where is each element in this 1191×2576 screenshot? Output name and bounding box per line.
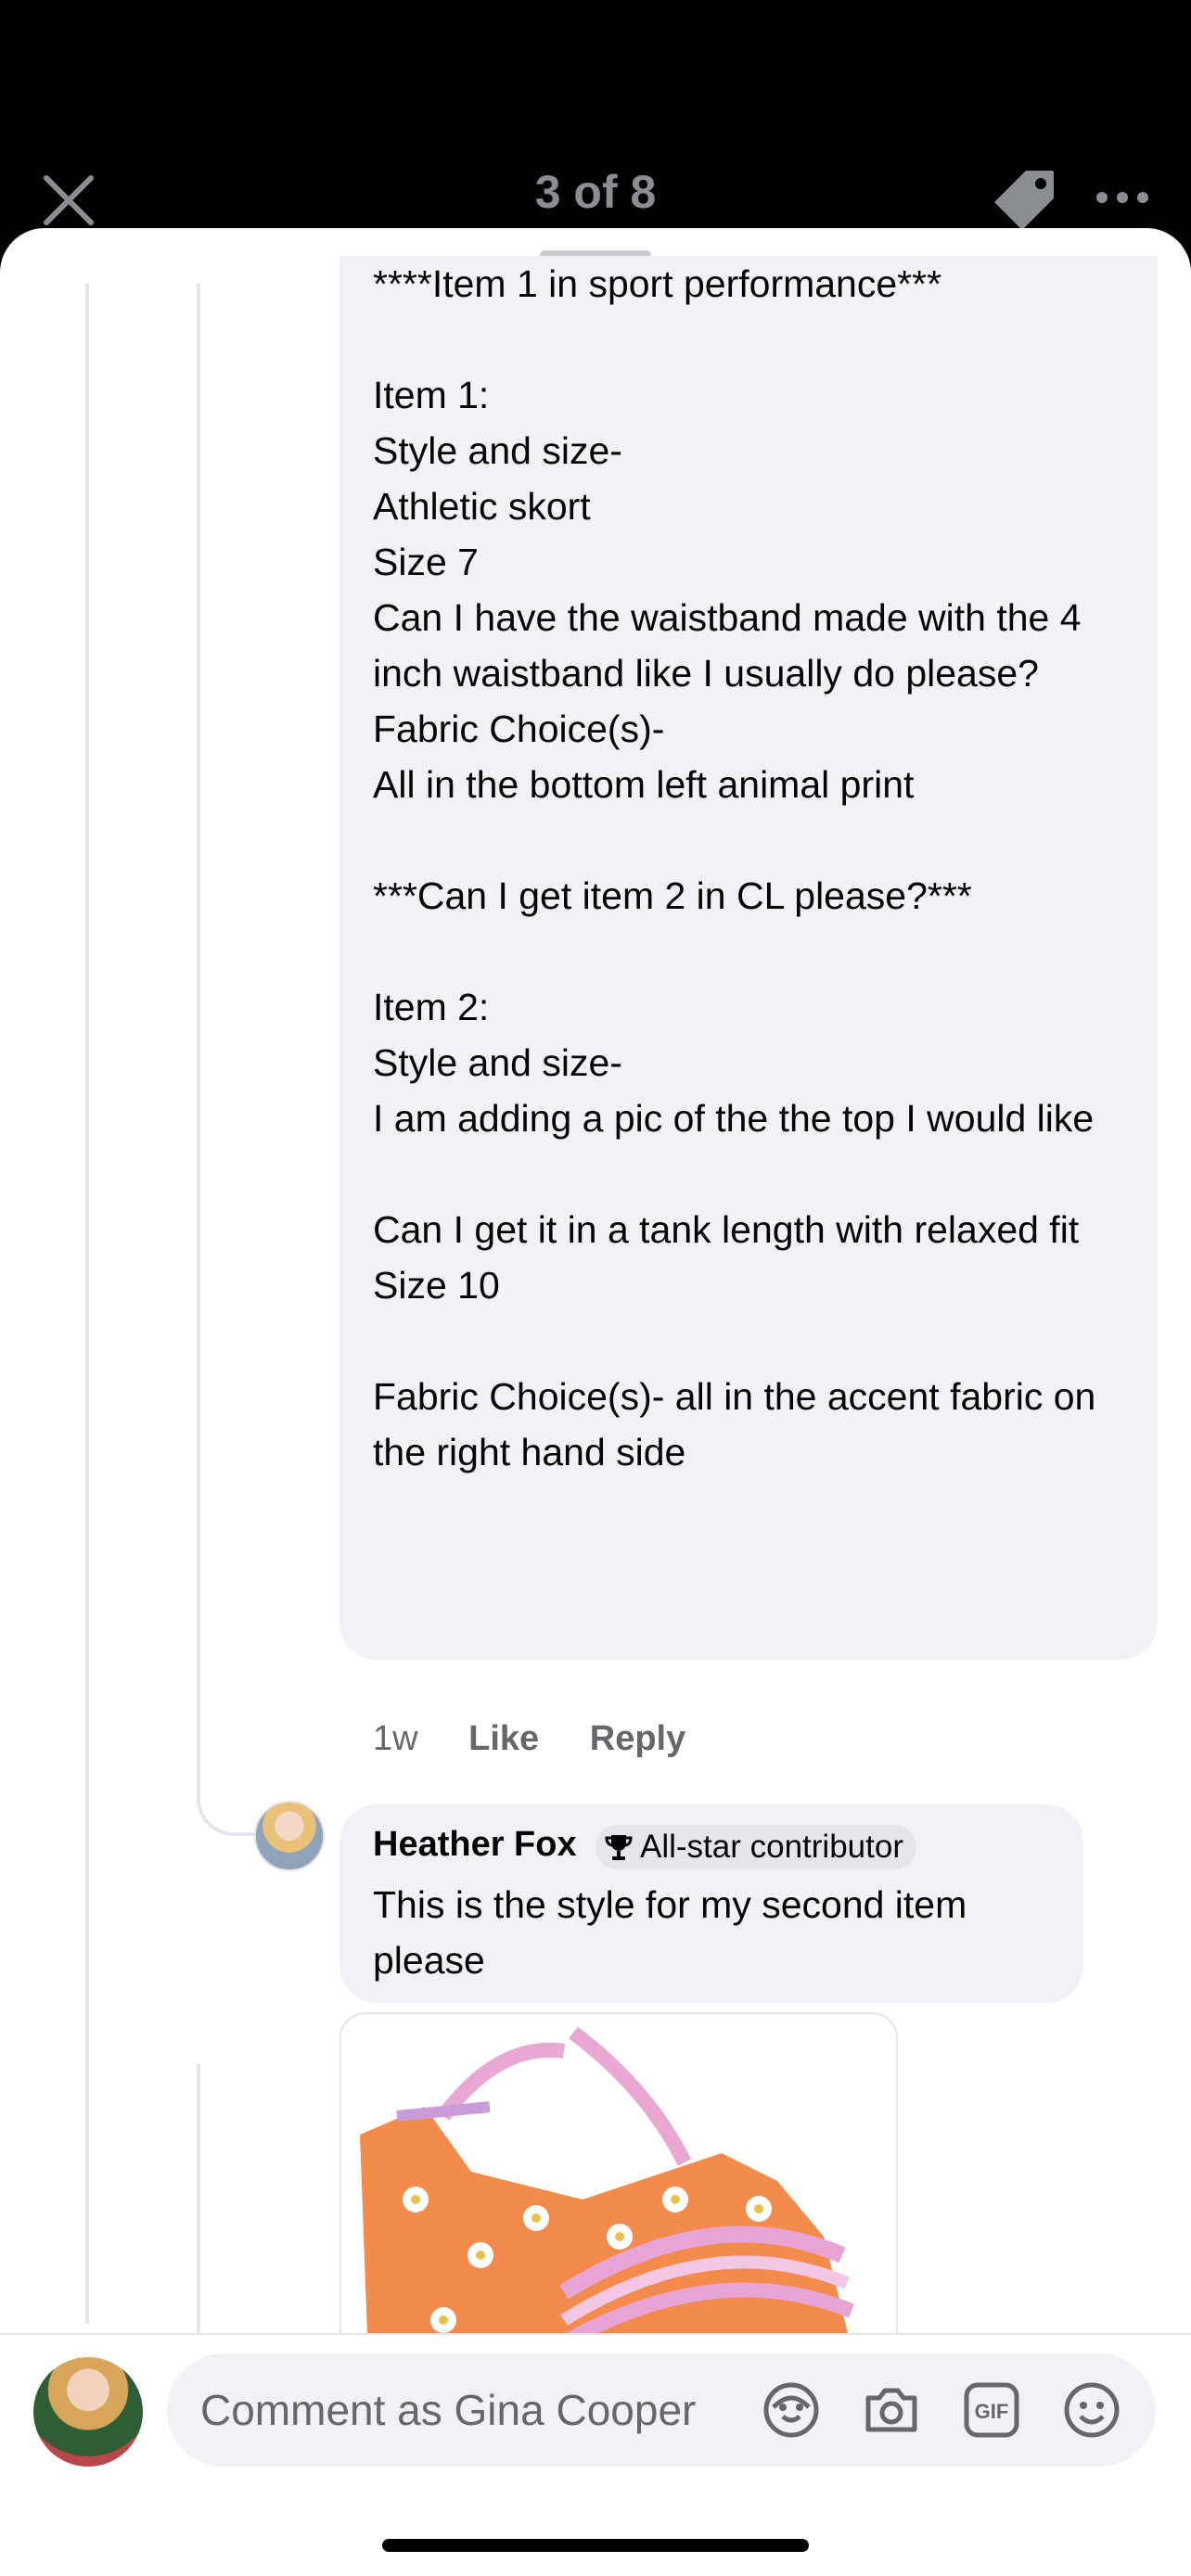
tank-top-photo	[341, 2014, 896, 2385]
avatar-sticker-icon[interactable]	[761, 2379, 822, 2441]
contributor-badge[interactable]: All-star contributor	[596, 1825, 916, 1869]
more-icon[interactable]	[1095, 184, 1150, 211]
reply-button[interactable]: Reply	[590, 1719, 685, 1758]
home-indicator[interactable]	[382, 2539, 809, 2552]
like-button[interactable]: Like	[468, 1719, 539, 1758]
avatar	[33, 2357, 143, 2467]
tag-icon[interactable]	[989, 165, 1059, 236]
reply-connector	[197, 1777, 256, 1836]
attached-photo[interactable]	[339, 2012, 898, 2387]
thread-line	[85, 284, 89, 2324]
comment-placeholder: Comment as Gina Cooper	[200, 2386, 697, 2434]
comments-sheet: ****Item 1 in sport performance*** Item …	[0, 228, 1191, 2576]
camera-icon[interactable]	[861, 2379, 922, 2441]
reply-bubble[interactable]: Heather Fox All-star contributor This is…	[339, 1804, 1083, 2003]
reply-text: This is the style for my second item ple…	[373, 1883, 967, 1982]
emoji-icon[interactable]	[1061, 2379, 1122, 2441]
badge-label: All-star contributor	[640, 1829, 903, 1865]
comment-actions: 1w Like Reply	[373, 1719, 726, 1759]
avatar[interactable]	[254, 1801, 325, 1871]
comment-bubble[interactable]: ****Item 1 in sport performance*** Item …	[339, 256, 1158, 1660]
reply-thread-line	[197, 284, 200, 1804]
svg-text:GIF: GIF	[975, 2400, 1009, 2423]
comment-text: ****Item 1 in sport performance*** Item …	[373, 262, 1096, 1473]
comment-input[interactable]: Comment as Gina Cooper GIF	[167, 2353, 1156, 2467]
comment-timestamp: 1w	[373, 1719, 418, 1758]
author-name[interactable]: Heather Fox	[373, 1825, 577, 1865]
gif-icon[interactable]: GIF	[961, 2379, 1022, 2441]
trophy-icon	[605, 1835, 633, 1860]
viewer-header: 3 of 8	[0, 0, 1191, 232]
